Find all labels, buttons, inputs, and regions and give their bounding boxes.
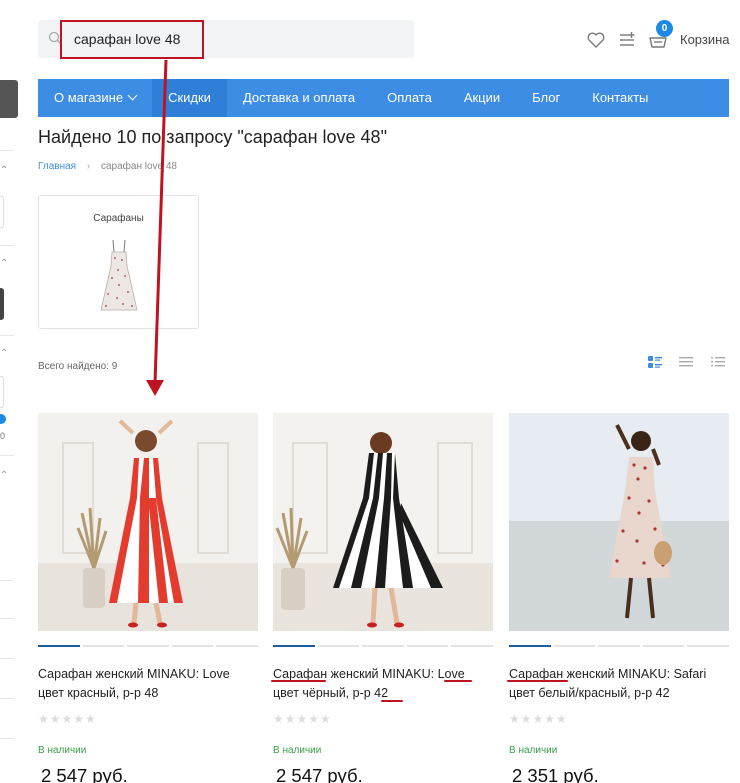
breadcrumb-home[interactable]: Главная <box>38 161 76 172</box>
chevron-up-icon[interactable]: ⌃ <box>0 470 8 481</box>
annotation-underline <box>444 680 472 682</box>
stock-status: В наличии <box>509 745 558 756</box>
annotation-underline <box>271 680 326 682</box>
category-card[interactable]: Сарафаны <box>38 195 199 329</box>
divider <box>0 618 14 619</box>
product-price: 2 547 руб. <box>276 765 363 783</box>
nav-label: О магазине <box>54 90 124 105</box>
product-card[interactable]: Сарафан женский MINAKU: Safari цвет белы… <box>509 413 729 783</box>
product-image[interactable] <box>273 413 493 631</box>
product-card[interactable]: Сарафан женский MINAKU: Love цвет красны… <box>38 413 258 783</box>
chevron-down-icon <box>127 90 138 101</box>
filter-input[interactable] <box>0 196 4 228</box>
nav-item-contacts[interactable]: Контакты <box>576 79 664 117</box>
image-pagination[interactable] <box>273 645 493 647</box>
breadcrumb: Главная › сарафан love 48 <box>38 161 177 172</box>
image-pagination[interactable] <box>509 645 729 647</box>
image-pagination[interactable] <box>38 645 258 647</box>
divider <box>0 455 14 456</box>
compare-icon[interactable] <box>617 30 637 50</box>
stock-status: В наличии <box>273 745 322 756</box>
stock-status: В наличии <box>38 745 87 756</box>
nav-item-about[interactable]: О магазине <box>38 79 152 117</box>
divider <box>0 335 14 336</box>
divider <box>0 580 14 581</box>
product-price: 2 547 руб. <box>41 765 128 783</box>
chevron-up-icon[interactable]: ⌃ <box>0 165 8 176</box>
category-image <box>100 239 138 311</box>
divider <box>0 738 14 739</box>
grid-view-icon[interactable] <box>647 355 663 369</box>
filter-input[interactable] <box>0 288 4 320</box>
annotation-highlight-box <box>60 20 204 59</box>
nav-item-blog[interactable]: Блог <box>516 79 576 117</box>
total-found: Всего найдено: 9 <box>38 361 118 372</box>
chevron-up-icon[interactable]: ⌃ <box>0 258 8 269</box>
divider <box>0 658 14 659</box>
product-card[interactable]: Сарафан женский MINAKU: Love цвет чёрный… <box>273 413 493 783</box>
rating-stars: ★★★★★ <box>38 712 97 726</box>
chevron-up-icon[interactable]: ⌃ <box>0 348 8 359</box>
filter-input[interactable] <box>0 376 4 408</box>
range-slider-handle[interactable] <box>0 414 6 424</box>
chevron-right-icon: › <box>86 161 91 172</box>
range-value: 0 <box>0 431 6 441</box>
product-name[interactable]: Сарафан женский MINAKU: Love цвет красны… <box>38 665 258 703</box>
product-price: 2 351 руб. <box>512 765 599 783</box>
rating-stars: ★★★★★ <box>273 712 332 726</box>
rating-stars: ★★★★★ <box>509 712 568 726</box>
breadcrumb-current: сарафан love 48 <box>100 161 177 172</box>
product-name[interactable]: Сарафан женский MINAKU: Love цвет чёрный… <box>273 665 493 703</box>
sidebar-button[interactable] <box>0 80 18 118</box>
product-name[interactable]: Сарафан женский MINAKU: Safari цвет белы… <box>509 665 729 703</box>
nav-item-payment[interactable]: Оплата <box>371 79 448 117</box>
page-title: Найдено 10 по запросу "сарафан love 48" <box>38 127 387 147</box>
cart-count-badge: 0 <box>656 20 673 37</box>
product-image[interactable] <box>509 413 729 631</box>
nav-item-discounts[interactable]: Скидки <box>152 79 227 117</box>
nav-item-promotions[interactable]: Акции <box>448 79 516 117</box>
annotation-underline <box>507 680 568 682</box>
heart-icon[interactable] <box>586 30 606 50</box>
category-label: Сарафаны <box>93 213 144 224</box>
divider <box>0 150 14 151</box>
main-nav: О магазине Скидки Доставка и оплата Опла… <box>38 79 729 117</box>
product-image[interactable] <box>38 413 258 631</box>
annotation-underline <box>381 700 403 702</box>
divider <box>0 698 14 699</box>
cart-link[interactable]: Корзина <box>680 32 730 47</box>
nav-item-delivery[interactable]: Доставка и оплата <box>227 79 371 117</box>
divider <box>0 245 14 246</box>
list-view-icon[interactable] <box>678 355 694 369</box>
table-view-icon[interactable] <box>710 355 726 369</box>
